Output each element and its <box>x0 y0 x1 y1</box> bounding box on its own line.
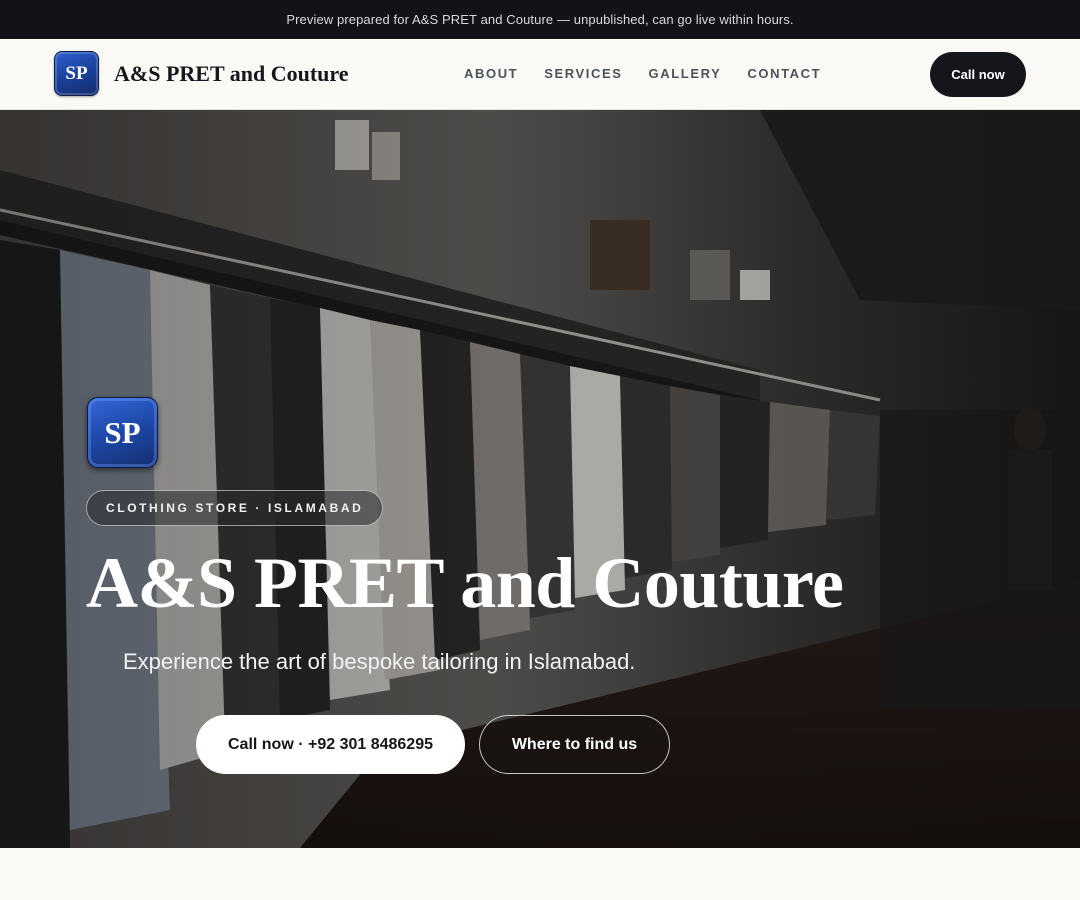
main-nav: ABOUT SERVICES GALLERY CONTACT <box>464 66 847 81</box>
hero-section: SP CLOTHING STORE · ISLAMABAD A&S PRET a… <box>0 110 1080 848</box>
category-tag: CLOTHING STORE · ISLAMABAD <box>86 490 384 526</box>
nav-contact[interactable]: CONTACT <box>747 66 821 81</box>
hero-subtitle: Experience the art of bespoke tailoring … <box>123 649 636 674</box>
call-now-button[interactable]: Call now <box>930 52 1026 97</box>
find-us-button[interactable]: Where to find us <box>479 715 670 774</box>
hero-logo-icon: SP <box>87 397 158 468</box>
brand-name[interactable]: A&S PRET and Couture <box>114 61 349 87</box>
logo-icon[interactable]: SP <box>54 51 99 96</box>
nav-gallery[interactable]: GALLERY <box>649 66 722 81</box>
hero-title: A&S PRET and Couture <box>86 543 844 623</box>
brand[interactable]: SP A&S PRET and Couture <box>54 51 349 96</box>
nav-services[interactable]: SERVICES <box>544 66 622 81</box>
nav-about[interactable]: ABOUT <box>464 66 518 81</box>
preview-banner-text: Preview prepared for A&S PRET and Coutur… <box>286 12 794 27</box>
call-phone-button[interactable]: Call now · +92 301 8486295 <box>196 715 465 774</box>
preview-banner: Preview prepared for A&S PRET and Coutur… <box>0 0 1080 39</box>
site-header: SP A&S PRET and Couture ABOUT SERVICES G… <box>0 39 1080 110</box>
